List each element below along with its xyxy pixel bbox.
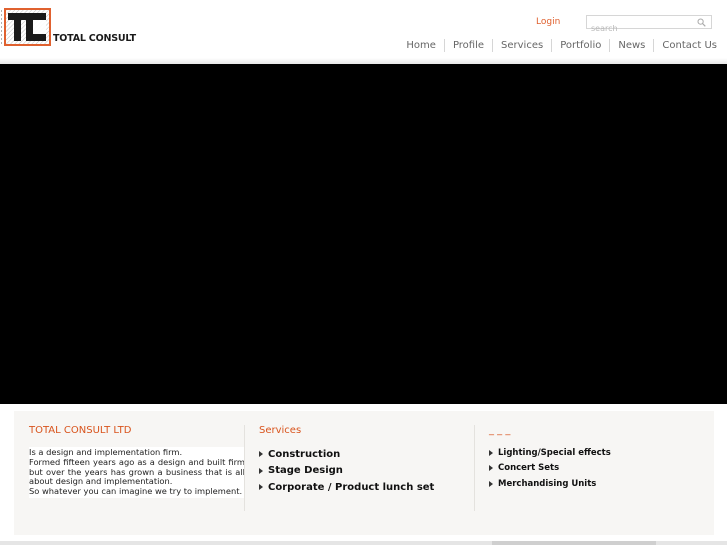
arrow-right-icon bbox=[489, 480, 493, 487]
service-item-stage-design[interactable]: Stage Design bbox=[259, 463, 473, 480]
about-text: Is a design and implementation firm. For… bbox=[29, 447, 245, 498]
services-title: Services bbox=[259, 425, 302, 436]
more-label: Merchandising Units bbox=[498, 478, 597, 489]
about-line: So whatever you can imagine we try to im… bbox=[29, 486, 243, 497]
nav-services[interactable]: Services bbox=[492, 39, 551, 52]
more-column: _ _ _ Lighting/Special effects Concert S… bbox=[489, 425, 699, 523]
brand-name: TOTAL CONSULT bbox=[53, 33, 136, 44]
more-item-lighting[interactable]: Lighting/Special effects bbox=[489, 445, 699, 461]
tc-monogram-logo-icon bbox=[4, 8, 51, 46]
nav-news[interactable]: News bbox=[609, 39, 653, 52]
service-item-construction[interactable]: Construction bbox=[259, 446, 473, 463]
nav-contact-us[interactable]: Contact Us bbox=[653, 39, 717, 52]
column-divider bbox=[474, 425, 475, 511]
services-list: Construction Stage Design Corporate / Pr… bbox=[259, 446, 473, 496]
more-list: Lighting/Special effects Concert Sets Me… bbox=[489, 445, 699, 492]
logo[interactable]: TOTAL CONSULT bbox=[4, 8, 136, 46]
nav-home[interactable]: Home bbox=[398, 39, 444, 52]
about-line: Formed fifteen years ago as a design and… bbox=[29, 456, 245, 487]
more-label: Concert Sets bbox=[498, 463, 560, 474]
about-column: TOTAL CONSULT LTD Is a design and implem… bbox=[29, 425, 245, 523]
arrow-right-icon bbox=[489, 465, 493, 472]
service-label: Corporate / Product lunch set bbox=[268, 481, 435, 493]
nav-profile[interactable]: Profile bbox=[443, 39, 492, 52]
footer-bar bbox=[492, 541, 656, 545]
page: TOTAL CONSULT Login Home Profile Service… bbox=[0, 0, 727, 545]
service-label: Construction bbox=[268, 448, 341, 460]
search-icon[interactable] bbox=[697, 18, 706, 27]
about-title: TOTAL CONSULT LTD bbox=[29, 425, 132, 436]
column-divider bbox=[244, 425, 245, 511]
nav-portfolio[interactable]: Portfolio bbox=[551, 39, 609, 52]
more-label: Lighting/Special effects bbox=[498, 447, 611, 458]
site-header: TOTAL CONSULT Login Home Profile Service… bbox=[0, 0, 727, 64]
content-panel: TOTAL CONSULT LTD Is a design and implem… bbox=[14, 411, 714, 535]
media-player-area[interactable] bbox=[0, 64, 727, 404]
more-title: _ _ _ bbox=[489, 425, 511, 436]
login-link[interactable]: Login bbox=[536, 17, 560, 27]
arrow-right-icon bbox=[259, 451, 263, 458]
main-nav: Home Profile Services Portfolio News Con… bbox=[398, 39, 717, 52]
arrow-right-icon bbox=[259, 467, 263, 474]
search-input[interactable] bbox=[587, 22, 695, 35]
arrow-right-icon bbox=[259, 484, 263, 491]
services-column: Services Construction Stage Design Corpo… bbox=[259, 425, 473, 523]
search-box[interactable] bbox=[586, 15, 712, 35]
service-label: Stage Design bbox=[268, 465, 343, 477]
more-item-merchandising[interactable]: Merchandising Units bbox=[489, 476, 699, 492]
service-item-corporate-lunch-set[interactable]: Corporate / Product lunch set bbox=[259, 479, 473, 496]
arrow-right-icon bbox=[489, 449, 493, 456]
edge-decoration bbox=[1, 10, 2, 44]
more-item-concert-sets[interactable]: Concert Sets bbox=[489, 461, 699, 477]
